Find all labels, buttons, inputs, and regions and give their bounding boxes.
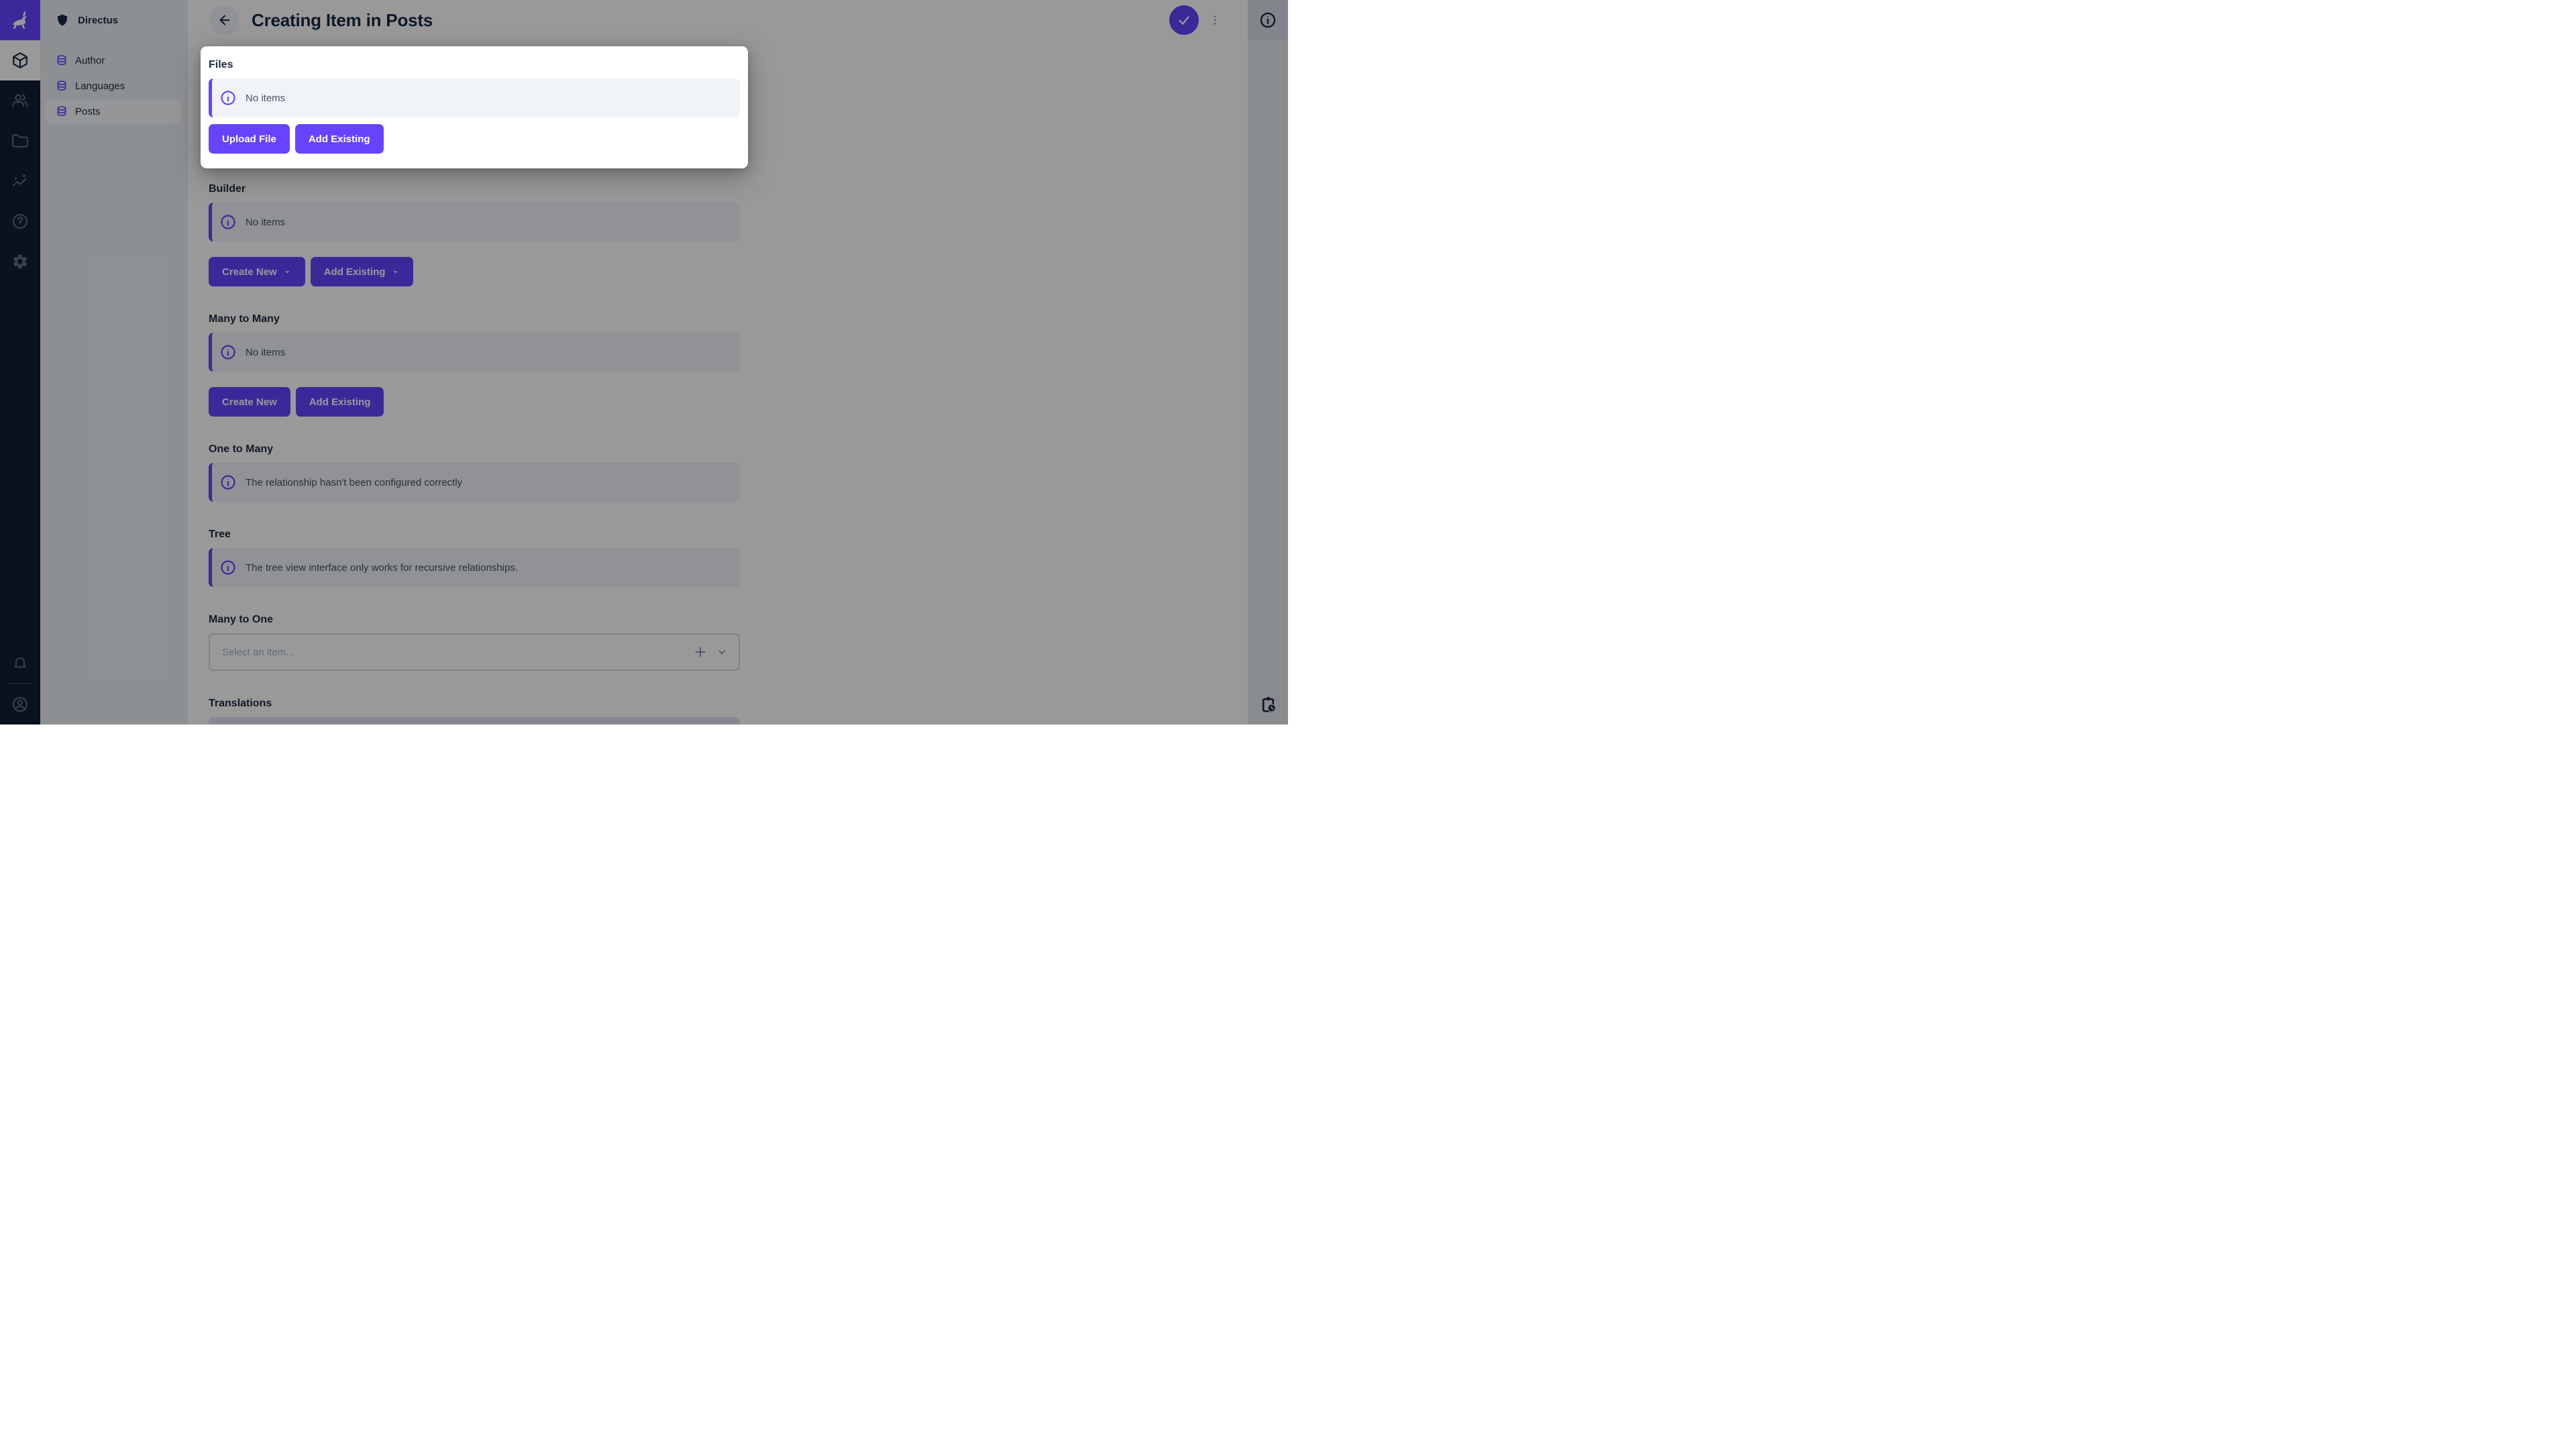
field-files: Files No items Upload File Add Existing <box>201 46 748 168</box>
button-label: Add Existing <box>308 133 370 145</box>
notice-text: No items <box>246 92 286 104</box>
info-icon <box>221 91 235 105</box>
add-existing-button[interactable]: Add Existing <box>294 124 384 154</box>
button-label: Upload File <box>222 133 276 145</box>
upload-file-button[interactable]: Upload File <box>209 124 290 154</box>
files-empty-notice: No items <box>209 78 740 117</box>
field-label: Files <box>209 59 233 70</box>
directus-app: Directus Author Languages Posts Creating… <box>0 0 1288 724</box>
